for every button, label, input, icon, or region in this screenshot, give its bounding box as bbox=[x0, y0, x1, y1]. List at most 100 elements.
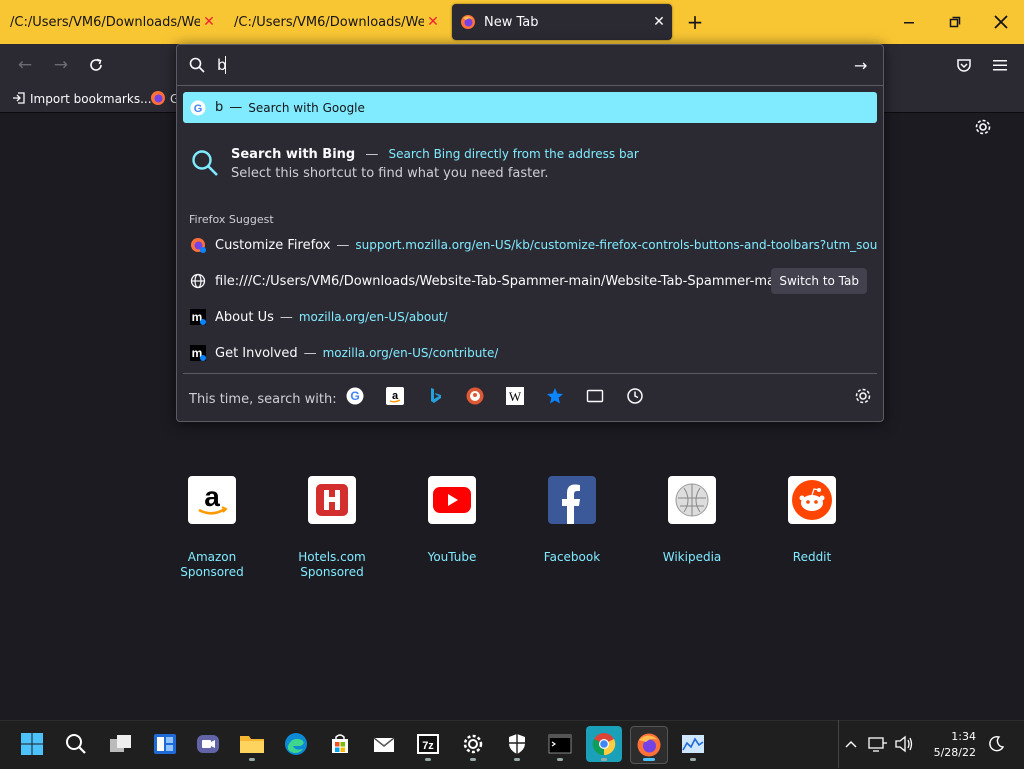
result-search-google[interactable]: G b — Search with Google bbox=[183, 92, 877, 123]
tab-local-file-2[interactable]: /C:/Users/VM6/Downloads/Website-Tab-Spam… bbox=[228, 4, 446, 40]
tabs-icon[interactable] bbox=[585, 386, 605, 406]
shortcut-youtube[interactable] bbox=[428, 476, 476, 524]
close-tab-icon[interactable]: ✕ bbox=[202, 14, 216, 30]
restore-icon[interactable] bbox=[932, 0, 978, 44]
reddit-logo-icon bbox=[792, 480, 832, 520]
divider bbox=[838, 720, 839, 768]
shortcut-label: Amazon bbox=[187, 550, 237, 564]
close-tab-icon[interactable]: ✕ bbox=[426, 14, 440, 30]
tab-title: New Tab bbox=[484, 14, 539, 30]
new-tab-plus-icon[interactable]: + bbox=[678, 0, 712, 44]
separator-dash: — bbox=[279, 309, 293, 325]
back-arrow-icon[interactable]: ← bbox=[12, 53, 38, 77]
network-icon[interactable] bbox=[866, 726, 890, 762]
result-about-us[interactable]: m About Us — mozilla.org/en-US/about/ bbox=[183, 301, 877, 333]
svg-text:W: W bbox=[509, 389, 522, 404]
windows-security-icon[interactable] bbox=[499, 726, 535, 762]
mail-icon[interactable] bbox=[366, 726, 402, 762]
svg-text:G: G bbox=[194, 103, 203, 115]
google-engine-icon[interactable]: G bbox=[345, 386, 365, 406]
teams-chat-icon[interactable] bbox=[190, 726, 226, 762]
urlbar[interactable]: b → bbox=[177, 45, 883, 86]
minimize-icon[interactable] bbox=[886, 0, 932, 44]
shortcut-label: Wikipedia bbox=[662, 550, 722, 564]
settings-gear-icon[interactable] bbox=[974, 118, 992, 140]
history-clock-icon[interactable] bbox=[625, 386, 645, 406]
svg-text:G: G bbox=[350, 389, 359, 403]
tab-new-tab[interactable]: New Tab ✕ bbox=[452, 4, 672, 40]
clock-date[interactable]: 5/28/22 bbox=[926, 746, 976, 759]
firefox-suggest-header: Firefox Suggest bbox=[189, 213, 274, 226]
shortcut-amazon[interactable]: a bbox=[188, 476, 236, 524]
search-icon bbox=[189, 57, 205, 77]
widgets-icon[interactable] bbox=[147, 726, 183, 762]
result-title: Customize Firefox bbox=[215, 237, 331, 253]
settings-icon[interactable] bbox=[455, 726, 491, 762]
shortcut-label: Reddit bbox=[792, 550, 832, 564]
notifications-moon-icon[interactable] bbox=[982, 726, 1010, 762]
separator-dash: — bbox=[303, 345, 317, 361]
result-url: mozilla.org/en-US/contribute/ bbox=[322, 346, 499, 360]
start-windows-icon[interactable] bbox=[14, 726, 50, 762]
chrome-icon[interactable] bbox=[586, 726, 622, 762]
wikipedia-engine-icon[interactable]: W bbox=[505, 386, 525, 406]
bookmark-getting-started[interactable]: G bbox=[150, 90, 179, 108]
search-with-label: This time, search with: bbox=[189, 392, 337, 407]
svg-text:7z: 7z bbox=[422, 740, 434, 752]
file-explorer-icon[interactable] bbox=[234, 726, 270, 762]
youtube-logo-icon bbox=[433, 487, 471, 513]
7zip-icon[interactable]: 7z bbox=[410, 726, 446, 762]
pocket-icon[interactable] bbox=[951, 53, 977, 77]
running-indicator bbox=[690, 758, 696, 761]
amazon-engine-icon[interactable]: a bbox=[385, 386, 405, 406]
result-title: About Us bbox=[215, 309, 274, 325]
tab-local-file-1[interactable]: /C:/Users/VM6/Downloads/Website-Tab-Spam… bbox=[4, 4, 222, 40]
show-hidden-icons-chevron-icon[interactable] bbox=[842, 726, 860, 762]
firefox-logo-icon bbox=[189, 236, 207, 254]
microsoft-store-icon[interactable] bbox=[322, 726, 358, 762]
shortcut-facebook[interactable] bbox=[548, 476, 596, 524]
sponsored-label: Sponsored bbox=[300, 565, 364, 579]
shortcut-label: YouTube bbox=[427, 550, 477, 564]
switch-to-tab-button[interactable]: Switch to Tab bbox=[771, 268, 867, 294]
wikipedia-globe-icon bbox=[675, 483, 709, 517]
task-view-icon[interactable] bbox=[103, 726, 139, 762]
import-bookmarks-item[interactable]: Import bookmarks... bbox=[12, 90, 152, 108]
bing-engine-icon[interactable] bbox=[425, 386, 445, 406]
divider bbox=[183, 373, 877, 374]
duckduckgo-engine-icon[interactable] bbox=[465, 386, 485, 406]
menu-hamburger-icon[interactable] bbox=[987, 53, 1013, 77]
urlbar-dropdown: b → G b — Search with Google Search with… bbox=[176, 44, 884, 422]
result-action: Search with Google bbox=[248, 100, 365, 115]
clock-time[interactable]: 1:34 bbox=[926, 730, 976, 743]
search-settings-gear-icon[interactable] bbox=[853, 386, 873, 406]
running-indicator bbox=[425, 758, 431, 761]
tab-strip: /C:/Users/VM6/Downloads/Website-Tab-Spam… bbox=[0, 0, 1024, 44]
forward-arrow-icon[interactable]: → bbox=[48, 53, 74, 77]
result-search-bing[interactable]: Search with Bing — Search Bing directly … bbox=[183, 139, 877, 191]
active-indicator bbox=[643, 758, 655, 761]
shortcut-reddit[interactable] bbox=[788, 476, 836, 524]
edge-browser-icon[interactable] bbox=[278, 726, 314, 762]
result-open-tab[interactable]: file:///C:/Users/VM6/Downloads/Website-T… bbox=[183, 265, 877, 297]
go-arrow-icon[interactable]: → bbox=[854, 56, 867, 75]
shortcut-label: Hotels.com bbox=[298, 550, 366, 564]
taskbar-search-icon[interactable] bbox=[58, 726, 94, 762]
bookmarks-star-icon[interactable] bbox=[545, 386, 565, 406]
search-icon bbox=[191, 149, 219, 181]
resource-monitor-icon[interactable] bbox=[675, 726, 711, 762]
running-indicator bbox=[470, 758, 476, 761]
result-customize-firefox[interactable]: Customize Firefox — support.mozilla.org/… bbox=[183, 229, 877, 261]
running-indicator bbox=[601, 758, 607, 761]
result-get-involved[interactable]: m Get Involved — mozilla.org/en-US/contr… bbox=[183, 337, 877, 369]
shortcut-wikipedia[interactable] bbox=[668, 476, 716, 524]
terminal-icon[interactable] bbox=[542, 726, 578, 762]
reload-icon[interactable] bbox=[83, 53, 109, 77]
volume-icon[interactable] bbox=[892, 726, 916, 762]
shortcut-hotels[interactable] bbox=[308, 476, 356, 524]
bing-description: Search Bing directly from the address ba… bbox=[388, 147, 639, 161]
close-tab-icon[interactable]: ✕ bbox=[652, 14, 666, 30]
close-window-icon[interactable] bbox=[978, 0, 1024, 44]
svg-text:a: a bbox=[392, 390, 399, 402]
bing-title: Search with Bing bbox=[231, 147, 356, 162]
